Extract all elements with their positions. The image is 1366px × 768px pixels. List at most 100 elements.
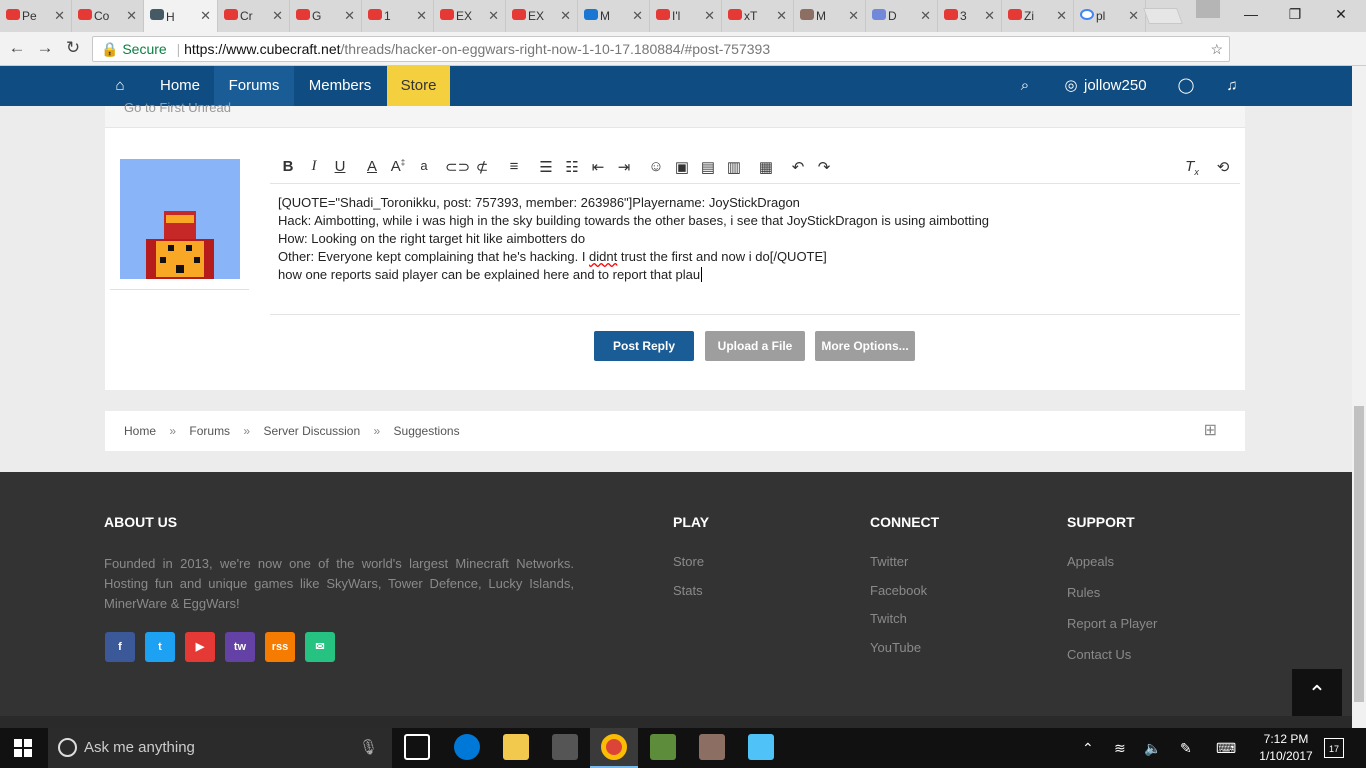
breadcrumb-suggestions[interactable]: Suggestions [394,424,460,438]
notification-icon[interactable]: 17 [1324,738,1344,758]
numbered-list-icon[interactable]: ☷ [561,158,583,176]
footer-link-youtube[interactable]: YouTube [870,640,921,655]
twitter-icon[interactable]: t [145,632,175,662]
close-icon[interactable]: ✕ [1128,8,1139,24]
close-icon[interactable]: ✕ [984,8,995,24]
grid-icon[interactable]: ⊞ [1204,411,1217,451]
footer-link-twitch[interactable]: Twitch [870,611,907,626]
browser-tab[interactable]: EX ✕ [434,0,506,32]
save-draft-icon[interactable]: ▦ [755,158,777,176]
new-tab-button[interactable] [1143,8,1183,24]
footer-link-report-player[interactable]: Report a Player [1067,616,1157,631]
close-icon[interactable]: ✕ [776,8,787,24]
more-options-button[interactable]: More Options... [815,331,915,361]
minecraft-launcher-icon[interactable] [699,734,725,760]
align-icon[interactable]: ≡ [503,158,525,175]
browser-tab[interactable]: G ✕ [290,0,362,32]
chat-icon[interactable]: ◯ [1172,66,1200,106]
minecraft-icon[interactable] [650,734,676,760]
close-icon[interactable]: ✕ [632,8,643,24]
twitch-icon[interactable]: tw [225,632,255,662]
star-icon[interactable]: ☆ [1210,37,1223,61]
redo-icon[interactable]: ↷ [813,158,835,176]
user-icon[interactable]: ◎ [1058,66,1084,106]
browser-tab[interactable]: Zi ✕ [1002,0,1074,32]
indent-icon[interactable]: ⇥ [613,158,635,176]
mail-icon[interactable]: ✉ [305,632,335,662]
forward-arrow-icon[interactable]: → [34,38,56,58]
nav-store[interactable]: Store [387,66,450,106]
scroll-to-top-button[interactable]: ⌃ [1292,669,1342,719]
back-arrow-icon[interactable]: ← [6,38,28,58]
edge-icon[interactable] [454,734,480,760]
font-size-icon[interactable]: A‡ [387,158,409,175]
text-color-icon[interactable]: A [361,158,383,175]
file-explorer-icon[interactable] [503,734,529,760]
facebook-icon[interactable]: f [105,632,135,662]
footer-link-appeals[interactable]: Appeals [1067,554,1114,569]
task-view-icon[interactable] [404,734,430,760]
nav-members[interactable]: Members [296,66,384,106]
upload-file-button[interactable]: Upload a File [705,331,805,361]
taskbar-clock[interactable]: 7:12 PM 1/10/2017 [1258,731,1314,765]
profile-icon[interactable] [1196,0,1220,18]
restore-button[interactable]: ❐ [1272,0,1318,28]
browser-tab[interactable]: M ✕ [578,0,650,32]
breadcrumb-home[interactable]: Home [124,424,156,438]
browser-tab[interactable]: I'l ✕ [650,0,722,32]
rss-icon[interactable]: rss [265,632,295,662]
footer-link-store[interactable]: Store [673,554,704,569]
undo-icon[interactable]: ↶ [787,158,809,176]
footer-link-facebook[interactable]: Facebook [870,583,927,598]
browser-tab[interactable]: Cr ✕ [218,0,290,32]
url-bar[interactable]: 🔒 Secure | https://www.cubecraft.net/thr… [92,36,1230,62]
scrollbar-thumb[interactable] [1354,406,1364,702]
bell-icon[interactable]: ♫ [1218,66,1246,106]
close-icon[interactable]: ✕ [126,8,137,24]
link-icon[interactable]: ⊂⊃ [445,158,470,176]
chevron-up-icon[interactable]: ⌃ [1082,728,1094,768]
close-icon[interactable]: ✕ [488,8,499,24]
footer-link-rules[interactable]: Rules [1067,585,1100,600]
close-icon[interactable]: ✕ [848,8,859,24]
breadcrumb-server-discussion[interactable]: Server Discussion [263,424,360,438]
store-icon[interactable] [552,734,578,760]
youtube-icon[interactable]: ▶ [185,632,215,662]
search-icon[interactable]: ⌕ [1010,66,1040,106]
close-icon[interactable]: ✕ [200,8,211,24]
breadcrumb-forums[interactable]: Forums [189,424,230,438]
browser-tab[interactable]: 3 ✕ [938,0,1002,32]
toggle-bbcode-icon[interactable]: ⟲ [1212,158,1234,176]
close-icon[interactable]: ✕ [416,8,427,24]
browser-tab[interactable]: Co ✕ [72,0,144,32]
nav-username[interactable]: jollow250 [1084,66,1150,106]
insert-icon[interactable]: ▥ [723,158,745,176]
browser-tab[interactable]: xT ✕ [722,0,794,32]
browser-tab-active[interactable]: H ✕ [144,0,218,33]
unlink-icon[interactable]: ⊄ [471,158,493,176]
footer-link-twitter[interactable]: Twitter [870,554,908,569]
browser-tab[interactable]: 1 ✕ [362,0,434,32]
remove-format-icon[interactable]: Tx [1181,158,1203,177]
close-icon[interactable]: ✕ [344,8,355,24]
browser-tab[interactable]: EX ✕ [506,0,578,32]
page-scrollbar[interactable] [1352,66,1366,728]
browser-tab[interactable]: M ✕ [794,0,866,32]
media-icon[interactable]: ▤ [697,158,719,176]
reply-editor[interactable]: [QUOTE="Shadi_Toronikku, post: 757393, m… [270,185,1240,315]
microphone-icon[interactable]: 🎙 [359,728,378,768]
pen-icon[interactable]: ✎ [1180,728,1192,768]
close-window-button[interactable]: ✕ [1318,0,1364,28]
volume-icon[interactable]: 🔈 [1144,728,1161,768]
minimize-button[interactable]: — [1228,0,1274,28]
taskbar-search[interactable]: Ask me anything 🎙 [48,728,392,768]
footer-link-stats[interactable]: Stats [673,583,703,598]
go-first-unread-link[interactable]: Go to First Unread [124,100,231,115]
close-icon[interactable]: ✕ [272,8,283,24]
windows-start-icon[interactable] [14,739,32,757]
reload-icon[interactable]: ↻ [62,38,84,58]
wifi-icon[interactable]: ≋ [1114,728,1126,768]
bullet-list-icon[interactable]: ☰ [535,158,557,176]
browser-tab[interactable]: Pe ✕ [0,0,72,32]
italic-icon[interactable]: I [303,158,325,175]
